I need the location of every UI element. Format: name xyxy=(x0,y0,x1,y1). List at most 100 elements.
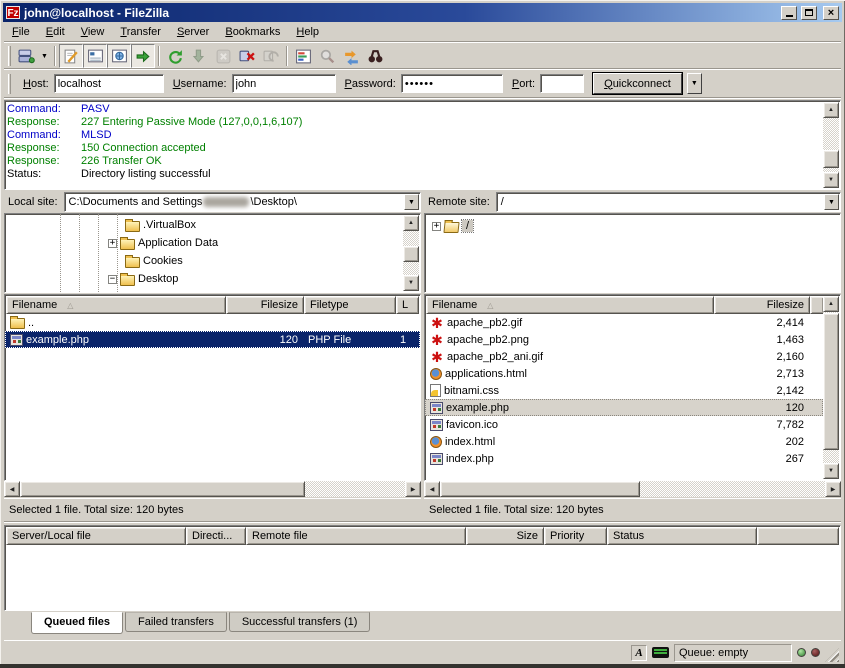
reconnect-button[interactable] xyxy=(259,44,283,68)
log-view-icon xyxy=(63,48,80,65)
file-row[interactable]: applications.html 2,713 xyxy=(425,365,823,382)
combo-dropdown-icon[interactable]: ▼ xyxy=(404,194,419,210)
column-header-filetype[interactable]: Filetype xyxy=(304,296,396,314)
column-header-filename[interactable]: Filename△ xyxy=(6,296,226,314)
remote-list-scrollbar[interactable]: ▲ ▼ xyxy=(823,296,839,479)
log-scrollbar[interactable]: ▲ ▼ xyxy=(823,102,839,188)
scroll-down-icon[interactable]: ▼ xyxy=(403,275,419,291)
port-input[interactable] xyxy=(540,74,584,93)
scroll-left-icon[interactable]: ◀ xyxy=(424,481,440,497)
site-manager-dropdown[interactable]: ▼ xyxy=(38,44,51,68)
scroll-down-icon[interactable]: ▼ xyxy=(823,463,839,479)
file-row[interactable]: ✱apache_pb2.gif 2,414 xyxy=(425,314,823,331)
tree-item-application-data[interactable]: +Application Data xyxy=(5,234,420,252)
scroll-right-icon[interactable]: ▶ xyxy=(825,481,841,497)
data-type-ascii-icon[interactable]: A xyxy=(631,645,647,661)
minimize-button[interactable] xyxy=(781,6,797,20)
resize-grip[interactable] xyxy=(825,648,839,662)
menu-file[interactable]: File xyxy=(4,24,38,40)
directory-comparison-button[interactable] xyxy=(315,44,339,68)
scroll-up-icon[interactable]: ▲ xyxy=(823,102,839,118)
log-line: Command:MLSD xyxy=(7,129,822,142)
scroll-thumb[interactable] xyxy=(20,481,305,497)
tab-successful-transfers[interactable]: Successful transfers (1) xyxy=(229,612,371,632)
queue-col-server-local[interactable]: Server/Local file xyxy=(6,527,186,545)
quickconnect-dropdown[interactable]: ▼ xyxy=(687,73,702,94)
speed-limit-icon[interactable] xyxy=(652,647,669,658)
log-line: Status:Directory listing successful xyxy=(7,168,822,181)
quickconnect-grip[interactable] xyxy=(8,74,11,94)
file-row[interactable]: ✱apache_pb2.png 1,463 xyxy=(425,331,823,348)
site-manager-button[interactable] xyxy=(14,44,38,68)
scroll-thumb[interactable] xyxy=(440,481,640,497)
collapse-icon[interactable]: − xyxy=(108,275,117,284)
remote-site-combo[interactable]: / ▼ xyxy=(496,192,841,212)
file-row[interactable]: favicon.ico 7,782 xyxy=(425,416,823,433)
remote-hscrollbar[interactable]: ◀ ▶ xyxy=(424,481,841,497)
toggle-local-tree-button[interactable] xyxy=(83,44,107,68)
tab-queued-files[interactable]: Queued files xyxy=(31,612,123,634)
local-tree-scrollbar[interactable]: ▲ ▼ xyxy=(403,215,419,291)
file-row-example-php[interactable]: example.php 120 PHP File 1 xyxy=(5,331,420,348)
scroll-thumb[interactable] xyxy=(823,313,839,450)
maximize-button[interactable] xyxy=(801,6,817,20)
expand-icon[interactable]: + xyxy=(432,222,441,231)
scroll-down-icon[interactable]: ▼ xyxy=(823,172,839,188)
menu-server[interactable]: Server xyxy=(169,24,217,40)
host-input[interactable] xyxy=(54,74,164,93)
expand-icon[interactable]: + xyxy=(108,239,117,248)
directory-filter-button[interactable] xyxy=(291,44,315,68)
column-header-filesize[interactable]: Filesize xyxy=(226,296,304,314)
local-site-combo[interactable]: C:\Documents and Settings\Desktop\ ▼ xyxy=(64,192,421,212)
cancel-operation-button[interactable] xyxy=(211,44,235,68)
tree-item-desktop[interactable]: −Desktop xyxy=(5,270,420,288)
scroll-left-icon[interactable]: ◀ xyxy=(4,481,20,497)
refresh-button[interactable] xyxy=(163,44,187,68)
file-row[interactable]: index.html 202 xyxy=(425,433,823,450)
title-bar[interactable]: Fz john@localhost - FileZilla × xyxy=(3,3,842,22)
scroll-thumb[interactable] xyxy=(823,150,839,168)
quickconnect-button[interactable]: Quickconnect xyxy=(593,73,682,94)
tree-item-cookies[interactable]: Cookies xyxy=(5,252,420,270)
queue-col-direction[interactable]: Directi... xyxy=(186,527,246,545)
toggle-queue-view-button[interactable] xyxy=(131,44,155,68)
file-row-selected[interactable]: example.php 120 xyxy=(425,399,823,416)
menu-transfer[interactable]: Transfer xyxy=(112,24,169,40)
file-row-parent-dir[interactable]: .. xyxy=(5,314,420,331)
column-header-filename[interactable]: Filename△ xyxy=(426,296,714,314)
queue-col-priority[interactable]: Priority xyxy=(544,527,607,545)
disconnect-button[interactable] xyxy=(235,44,259,68)
scroll-right-icon[interactable]: ▶ xyxy=(405,481,421,497)
toggle-remote-tree-button[interactable] xyxy=(107,44,131,68)
combo-dropdown-icon[interactable]: ▼ xyxy=(824,194,839,210)
column-header-filesize[interactable]: Filesize xyxy=(714,296,810,314)
port-label: Port: xyxy=(512,78,535,90)
menu-help[interactable]: Help xyxy=(288,24,327,40)
scroll-up-icon[interactable]: ▲ xyxy=(403,215,419,231)
username-input[interactable] xyxy=(232,74,336,93)
tab-failed-transfers[interactable]: Failed transfers xyxy=(125,612,227,632)
toolbar-separator xyxy=(54,46,56,66)
column-header-modified[interactable]: L xyxy=(396,296,419,314)
scroll-up-icon[interactable]: ▲ xyxy=(823,296,839,312)
file-row[interactable]: index.php 267 xyxy=(425,450,823,467)
local-hscrollbar[interactable]: ◀ ▶ xyxy=(4,481,421,497)
toggle-log-view-button[interactable] xyxy=(59,44,83,68)
synchronized-browsing-button[interactable] xyxy=(339,44,363,68)
menu-edit[interactable]: Edit xyxy=(38,24,73,40)
scroll-thumb[interactable] xyxy=(403,246,419,262)
find-files-button[interactable] xyxy=(363,44,387,68)
toolbar-grip[interactable] xyxy=(8,46,11,66)
tree-item-virtualbox[interactable]: .VirtualBox xyxy=(5,216,420,234)
file-row[interactable]: ✱apache_pb2_ani.gif 2,160 xyxy=(425,348,823,365)
close-button[interactable]: × xyxy=(823,6,839,20)
file-row[interactable]: bitnami.css 2,142 xyxy=(425,382,823,399)
menu-view[interactable]: View xyxy=(73,24,113,40)
tree-item-root[interactable]: + / xyxy=(425,217,840,235)
queue-col-size[interactable]: Size xyxy=(466,527,544,545)
queue-col-status[interactable]: Status xyxy=(607,527,757,545)
password-input[interactable] xyxy=(401,74,503,93)
process-queue-button[interactable] xyxy=(187,44,211,68)
queue-col-remote-file[interactable]: Remote file xyxy=(246,527,466,545)
menu-bookmarks[interactable]: Bookmarks xyxy=(217,24,288,40)
